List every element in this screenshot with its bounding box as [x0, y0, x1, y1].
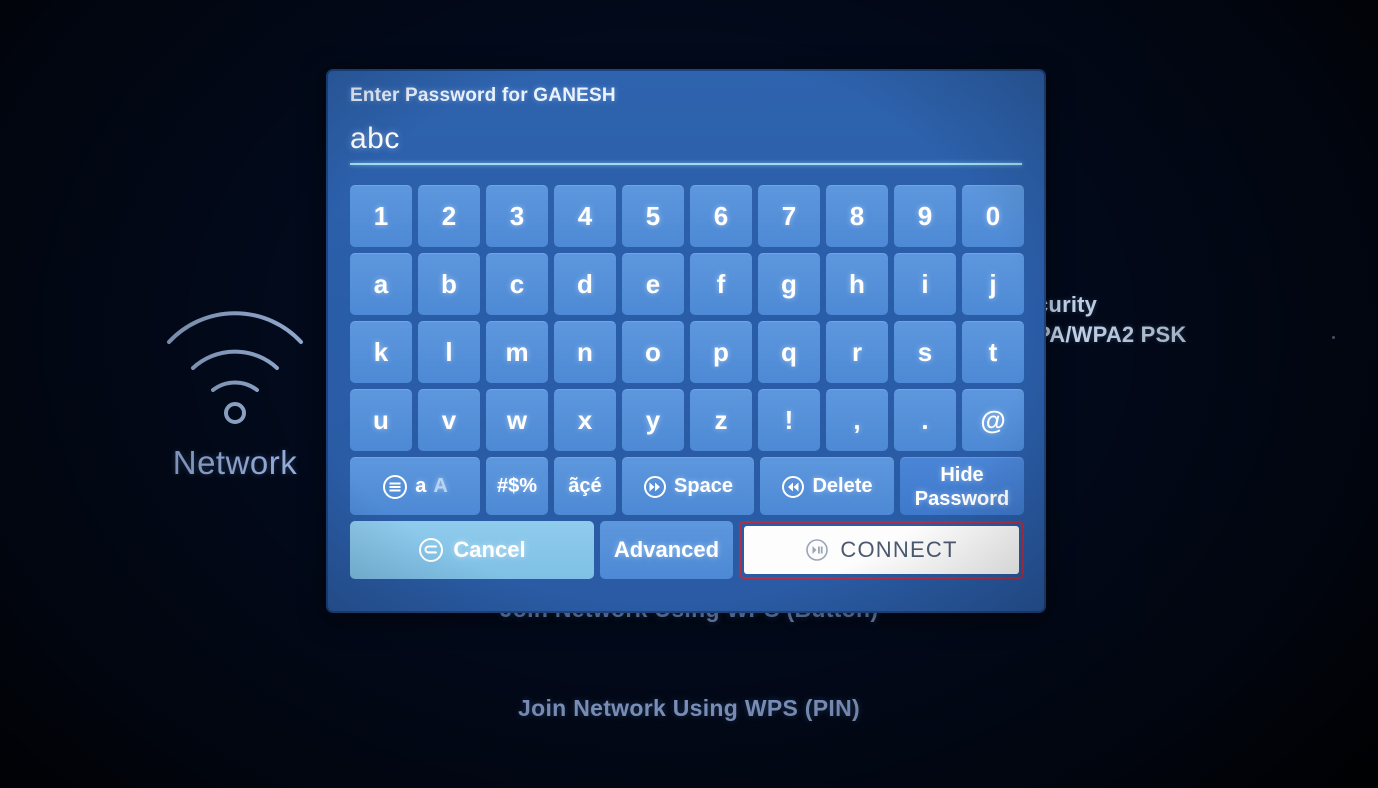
key-9[interactable]: 9 — [894, 185, 956, 247]
security-value: PA/WPA2 PSK — [1036, 322, 1187, 347]
key-3[interactable]: 3 — [486, 185, 548, 247]
password-input-underline — [350, 163, 1022, 165]
dialog-action-row: Cancel Advanced CONNECT — [350, 521, 1024, 579]
key-a[interactable]: a — [350, 253, 412, 315]
key-w[interactable]: w — [486, 389, 548, 451]
key-2[interactable]: 2 — [418, 185, 480, 247]
key-s[interactable]: s — [894, 321, 956, 383]
onscreen-keyboard: 1 2 3 4 5 6 7 8 9 0 a b c d e f g h i j … — [350, 185, 1024, 579]
key-hide-password-line2: Password — [914, 487, 1010, 510]
connect-button-label: CONNECT — [840, 537, 958, 562]
key-at[interactable]: @ — [962, 389, 1024, 451]
key-exclamation[interactable]: ! — [758, 389, 820, 451]
password-input-value: abc — [350, 122, 400, 155]
key-case-upper-label: A — [433, 475, 448, 497]
key-delete[interactable]: Delete — [760, 457, 894, 515]
key-p[interactable]: p — [690, 321, 752, 383]
key-comma[interactable]: , — [826, 389, 888, 451]
play-pause-circle-icon — [806, 539, 829, 561]
key-o[interactable]: o — [622, 321, 684, 383]
key-e[interactable]: e — [622, 253, 684, 315]
key-f[interactable]: f — [690, 253, 752, 315]
key-x[interactable]: x — [554, 389, 616, 451]
key-hide-password-line1: Hide — [940, 463, 984, 486]
connect-button[interactable]: CONNECT — [744, 526, 1019, 574]
key-0[interactable]: 0 — [962, 185, 1024, 247]
connect-button-highlight: CONNECT — [739, 521, 1024, 579]
key-symbols[interactable]: #$% — [486, 457, 548, 515]
list-circle-icon — [383, 474, 408, 499]
key-hide-password[interactable]: Hide Password — [900, 457, 1024, 515]
key-case-toggle[interactable]: aA — [350, 457, 480, 515]
key-4[interactable]: 4 — [554, 185, 616, 247]
key-d[interactable]: d — [554, 253, 616, 315]
key-l[interactable]: l — [418, 321, 480, 383]
key-k[interactable]: k — [350, 321, 412, 383]
cancel-button[interactable]: Cancel — [350, 521, 594, 579]
key-n[interactable]: n — [554, 321, 616, 383]
key-space[interactable]: Space — [622, 457, 754, 515]
key-period[interactable]: . — [894, 389, 956, 451]
cancel-button-label: Cancel — [453, 537, 526, 562]
key-g[interactable]: g — [758, 253, 820, 315]
key-case-lower-label: a — [415, 475, 427, 497]
join-network-wps-pin-item[interactable]: Join Network Using WPS (PIN) — [0, 695, 1378, 722]
keyboard-row-k-t: k l m n o p q r s t — [350, 321, 1024, 383]
dialog-title: Enter Password for GANESH — [350, 85, 616, 106]
key-m[interactable]: m — [486, 321, 548, 383]
key-7[interactable]: 7 — [758, 185, 820, 247]
key-h[interactable]: h — [826, 253, 888, 315]
network-section: Network — [120, 296, 350, 482]
key-i[interactable]: i — [894, 253, 956, 315]
return-circle-icon — [419, 538, 444, 562]
key-delete-label: Delete — [812, 475, 873, 497]
keyboard-row-a-j: a b c d e f g h i j — [350, 253, 1024, 315]
key-8[interactable]: 8 — [826, 185, 888, 247]
rewind-circle-icon — [782, 475, 805, 498]
key-space-label: Space — [674, 475, 733, 497]
key-v[interactable]: v — [418, 389, 480, 451]
key-5[interactable]: 5 — [622, 185, 684, 247]
advanced-button[interactable]: Advanced — [600, 521, 733, 579]
key-r[interactable]: r — [826, 321, 888, 383]
password-dialog: Enter Password for GANESH abc 1 2 3 4 5 … — [326, 69, 1046, 613]
wifi-icon — [167, 311, 303, 424]
key-y[interactable]: y — [622, 389, 684, 451]
password-input[interactable]: abc — [350, 119, 1022, 165]
key-q[interactable]: q — [758, 321, 820, 383]
key-b[interactable]: b — [418, 253, 480, 315]
keyboard-row-digits: 1 2 3 4 5 6 7 8 9 0 — [350, 185, 1024, 247]
key-1[interactable]: 1 — [350, 185, 412, 247]
key-j[interactable]: j — [962, 253, 1024, 315]
network-label: Network — [172, 444, 298, 481]
key-accents[interactable]: ãçé — [554, 457, 616, 515]
keyboard-function-row: aA #$% ãçé Space Delete Hide Password — [350, 457, 1024, 515]
decorative-dot — [1332, 336, 1335, 339]
key-u[interactable]: u — [350, 389, 412, 451]
key-6[interactable]: 6 — [690, 185, 752, 247]
key-z[interactable]: z — [690, 389, 752, 451]
key-t[interactable]: t — [962, 321, 1024, 383]
keyboard-row-u-symbols: u v w x y z ! , . @ — [350, 389, 1024, 451]
fast-forward-circle-icon — [644, 475, 667, 498]
tv-settings-screen: Network c u rit y PA/WPA2 PSK Join Network … — [0, 0, 1378, 788]
key-c[interactable]: c — [486, 253, 548, 315]
